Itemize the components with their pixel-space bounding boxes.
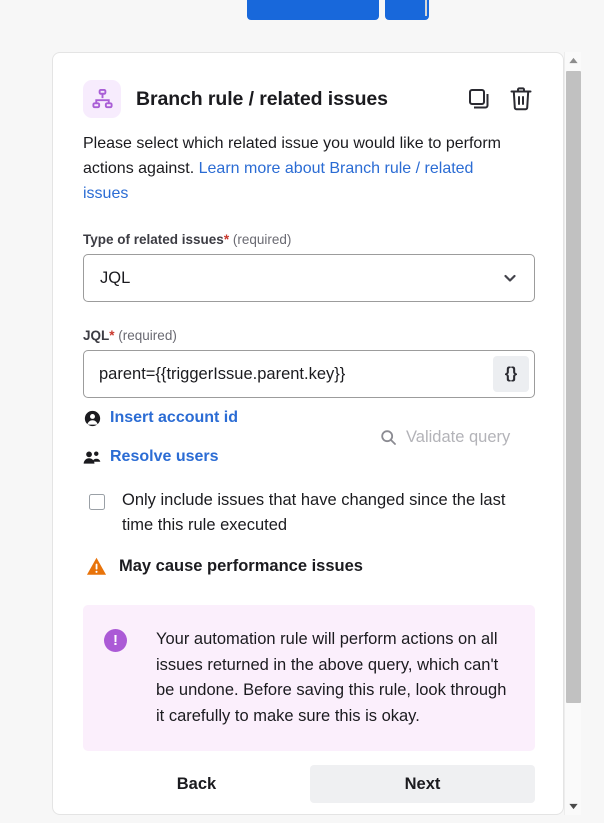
only-changed-issues-checkbox[interactable] [89,494,105,510]
top-divider [425,0,427,16]
jql-label: JQL* (required) [83,328,535,343]
jql-input[interactable] [97,359,493,389]
label-text: Type of related issues [83,232,224,247]
exclamation-circle-icon: ! [104,629,127,652]
back-button[interactable]: Back [83,765,310,803]
validate-query-button[interactable]: Validate query [380,428,510,447]
duplicate-icon[interactable] [465,85,493,113]
warning-triangle-icon [85,555,107,577]
chevron-down-icon [502,270,518,286]
card-content: Branch rule / related issues Please sele… [53,53,563,751]
jql-field[interactable]: {} [83,350,535,398]
resolve-users-link[interactable]: Resolve users [83,448,219,466]
people-icon [83,448,101,466]
page-title: Branch rule / related issues [136,87,388,110]
header-actions [465,85,535,113]
required-asterisk: * [223,232,230,247]
smart-values-button[interactable]: {} [493,356,529,392]
top-secondary-button[interactable] [385,0,429,20]
label-text: JQL [83,328,110,343]
branch-rule-card: Branch rule / related issues Please sele… [52,52,564,815]
scroll-down-arrow-icon[interactable] [565,798,582,815]
type-of-related-issues-label: Type of related issues* (required) [83,232,535,247]
type-of-related-issues-select[interactable]: JQL [83,254,535,302]
only-changed-issues-label: Only include issues that have changed si… [122,491,506,534]
vertical-scrollbar[interactable] [564,52,581,815]
card-description: Please select which related issue you wo… [83,131,523,206]
jql-helper-links: Insert account id Resolve users Validate… [83,409,535,477]
required-word: (required) [118,328,177,343]
top-clipped-toolbar [0,0,604,22]
card-footer: Back Next [83,765,535,803]
insert-account-id-link[interactable]: Insert account id [83,409,238,427]
destructive-action-info-panel: ! Your automation rule will perform acti… [83,605,535,751]
person-icon [83,409,101,427]
resolve-users-label: Resolve users [110,448,219,465]
scroll-up-arrow-icon[interactable] [565,52,582,69]
next-button[interactable]: Next [310,765,535,803]
insert-account-id-label: Insert account id [110,409,239,426]
delete-icon[interactable] [507,85,535,113]
required-word: (required) [232,232,292,247]
info-panel-text: Your automation rule will perform action… [156,630,507,725]
select-value: JQL [100,268,131,287]
scrollbar-thumb[interactable] [566,71,581,703]
branch-rule-hierarchy-icon [83,80,121,118]
only-changed-issues-row: Only include issues that have changed si… [83,488,535,538]
top-primary-button[interactable] [247,0,379,20]
required-asterisk: * [109,328,115,343]
card-header: Branch rule / related issues [83,75,535,123]
app-window: Branch rule / related issues Please sele… [0,0,604,823]
validate-query-label: Validate query [406,428,511,446]
search-icon [380,429,397,446]
performance-warning: May cause performance issues [83,555,535,577]
performance-warning-text: May cause performance issues [119,556,363,575]
